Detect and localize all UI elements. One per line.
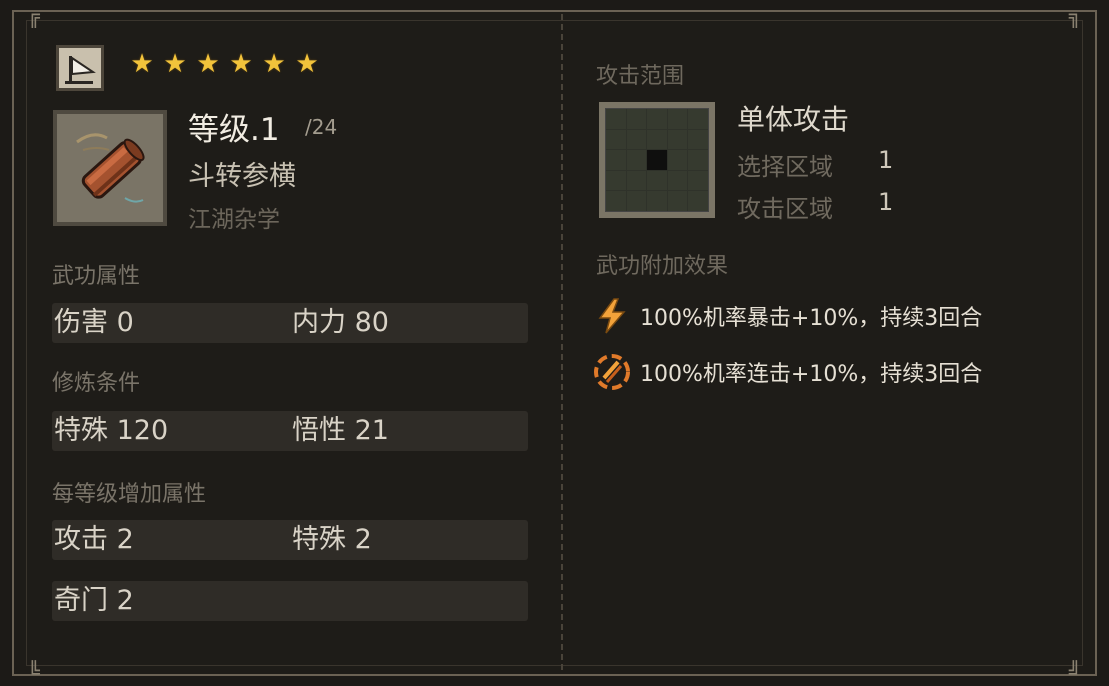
star-icon: ★ (163, 49, 187, 79)
select-area-value: 1 (878, 146, 894, 174)
skill-level-max: /24 (305, 115, 338, 139)
star-icon: ★ (130, 49, 154, 79)
skill-item-slot[interactable] (53, 110, 167, 226)
range-cell (606, 150, 626, 170)
range-cell (688, 109, 708, 129)
per-level-title: 每等级增加属性 (52, 482, 207, 507)
range-cell (688, 191, 708, 211)
range-cell (606, 191, 626, 211)
star-icon: ★ (229, 49, 253, 79)
combo-slash-icon (594, 354, 630, 390)
attributes-row: 伤害 0 内力 80 (52, 303, 528, 343)
skill-category: 江湖杂学 (188, 207, 280, 233)
range-target-cell (647, 150, 667, 170)
req-comprehension: 悟性 21 (292, 415, 389, 446)
corner-ornament-icon: ╔ (28, 4, 41, 28)
range-cell (626, 109, 647, 129)
range-cell (626, 191, 647, 211)
skill-panel-inner-border (26, 20, 1083, 666)
select-area-label: 选择区域 (737, 153, 833, 181)
range-cell (667, 170, 688, 191)
star-icon: ★ (262, 49, 286, 79)
per-level-row: 攻击 2 特殊 2 (52, 520, 528, 560)
attr-inner-power: 内力 80 (292, 307, 389, 338)
range-cell (647, 191, 667, 211)
skill-level: 等级.1 (188, 112, 280, 148)
attack-area-label: 攻击区域 (737, 195, 833, 223)
skill-name: 斗转参横 (188, 161, 296, 192)
attack-area-value: 1 (878, 188, 894, 216)
corner-ornament-icon: ╗ (1068, 4, 1081, 28)
range-cell (606, 109, 626, 129)
range-cell (626, 129, 647, 150)
range-cell (647, 109, 667, 129)
per-level-row: 奇门 2 (52, 581, 528, 621)
range-cell (667, 129, 688, 150)
range-cell (688, 150, 708, 170)
range-cell (667, 191, 688, 211)
flag-icon[interactable] (56, 45, 104, 91)
star-icon: ★ (295, 49, 319, 79)
per-level-attack: 攻击 2 (54, 524, 134, 555)
effect-item: 100%机率暴击+10%，持续3回合 (592, 296, 982, 336)
attr-damage: 伤害 0 (54, 307, 134, 338)
range-grid-cells (605, 108, 709, 212)
effect-text: 100%机率暴击+10%，持续3回合 (640, 306, 983, 331)
effect-text: 100%机率连击+10%，持续3回合 (640, 362, 983, 387)
requirements-row: 特殊 120 悟性 21 (52, 411, 528, 451)
range-cell (626, 170, 647, 191)
scroll-icon (76, 133, 145, 203)
attack-range-title: 攻击范围 (596, 64, 685, 89)
range-cell (647, 129, 667, 150)
requirements-title: 修炼条件 (52, 371, 141, 396)
star-icon: ★ (196, 49, 220, 79)
range-cell (647, 170, 667, 191)
attack-type: 单体攻击 (737, 103, 850, 136)
corner-ornament-icon: ╚ (28, 660, 41, 684)
range-cell (667, 150, 688, 170)
attack-range-grid (599, 102, 715, 218)
attributes-title: 武功属性 (52, 264, 141, 289)
range-cell (606, 129, 626, 150)
per-level-qimen: 奇门 2 (54, 585, 134, 616)
effects-title: 武功附加效果 (596, 254, 729, 279)
range-cell (688, 129, 708, 150)
range-cell (667, 109, 688, 129)
corner-ornament-icon: ╝ (1068, 660, 1081, 684)
req-special: 特殊 120 (54, 415, 169, 446)
lightning-icon (598, 298, 626, 334)
star-rating: ★ ★ ★ ★ ★ ★ (128, 50, 321, 78)
range-cell (606, 170, 626, 191)
range-cell (688, 170, 708, 191)
effect-item: 100%机率连击+10%，持续3回合 (592, 352, 982, 392)
range-cell (626, 150, 647, 170)
column-divider (561, 14, 563, 670)
per-level-special: 特殊 2 (292, 524, 372, 555)
